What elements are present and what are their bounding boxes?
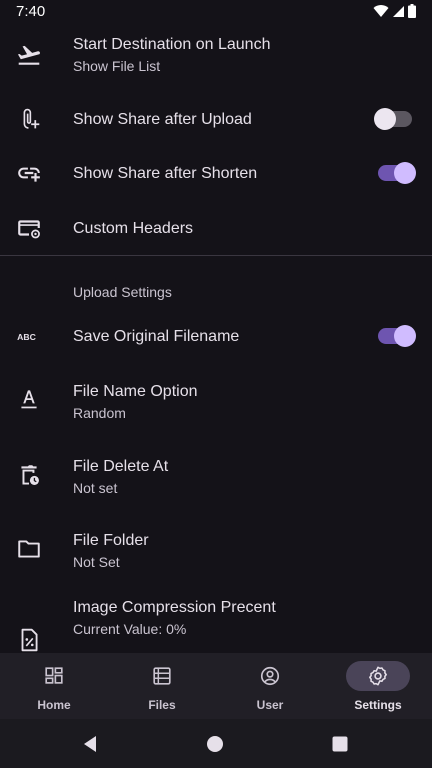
file-percent-icon — [16, 627, 42, 653]
setting-file-delete-at[interactable]: File Delete At Not set — [0, 444, 432, 504]
setting-title: Save Original Filename — [73, 328, 240, 345]
list-icon — [151, 665, 173, 687]
recents-square-icon[interactable] — [329, 733, 351, 755]
setting-subtitle: Not set — [73, 480, 118, 496]
section-header-upload: Upload Settings — [73, 284, 172, 300]
setting-title: Image Compression Precent — [73, 599, 276, 616]
status-icons — [373, 4, 416, 18]
abc-icon: ABC — [16, 323, 42, 349]
text-format-icon — [16, 386, 42, 412]
signal-icon — [393, 5, 404, 17]
system-nav-bar — [0, 719, 432, 768]
nav-item-files[interactable]: Files — [108, 653, 216, 719]
setting-title: File Name Option — [73, 383, 198, 400]
switch-thumb — [374, 108, 396, 130]
nav-label: User — [256, 698, 284, 712]
delete-clock-icon — [16, 462, 42, 488]
share-after-upload-switch[interactable] — [374, 108, 412, 130]
setting-subtitle: Current Value: 0% — [73, 621, 187, 637]
setting-custom-headers[interactable]: Custom Headers — [0, 205, 432, 251]
setting-title: Show Share after Upload — [73, 111, 252, 128]
card-settings-icon — [16, 215, 42, 241]
setting-start-destination[interactable]: Start Destination on Launch Show File Li… — [0, 30, 432, 90]
setting-share-after-shorten[interactable]: Show Share after Shorten — [0, 150, 432, 196]
home-circle-icon[interactable] — [204, 733, 226, 755]
section-divider — [0, 255, 432, 256]
setting-title: Custom Headers — [73, 220, 194, 237]
back-icon[interactable] — [80, 733, 102, 755]
setting-title: Show Share after Shorten — [73, 165, 258, 182]
status-time: 7:40 — [16, 3, 46, 20]
svg-text:ABC: ABC — [17, 332, 37, 342]
gear-icon — [367, 665, 389, 687]
wifi-icon — [373, 5, 389, 18]
folder-icon — [16, 536, 42, 562]
dashboard-icon — [43, 665, 65, 687]
app-screen: 7:40 Start Destination on Launch Show Fi… — [0, 0, 432, 768]
setting-file-name-option[interactable]: File Name Option Random — [0, 370, 432, 430]
setting-file-folder[interactable]: File Folder Not Set — [0, 518, 432, 578]
bottom-navigation: Home Files User Settings — [0, 653, 432, 719]
link-add-icon — [16, 160, 42, 186]
setting-subtitle: Show File List — [73, 58, 161, 74]
setting-title: File Folder — [73, 532, 149, 549]
setting-save-original-filename[interactable]: ABC Save Original Filename — [0, 313, 432, 359]
nav-item-home[interactable]: Home — [0, 653, 108, 719]
status-bar: 7:40 — [0, 0, 432, 24]
attach-add-icon — [16, 106, 42, 132]
setting-title: File Delete At — [73, 458, 169, 475]
nav-label: Settings — [354, 698, 402, 712]
setting-subtitle: Random — [73, 405, 126, 421]
nav-label: Home — [37, 698, 71, 712]
setting-share-after-upload[interactable]: Show Share after Upload — [0, 96, 432, 142]
save-original-filename-switch[interactable] — [378, 325, 416, 347]
switch-thumb — [394, 325, 416, 347]
battery-icon — [408, 4, 416, 18]
flight-takeoff-icon — [16, 42, 42, 68]
account-icon — [259, 665, 281, 687]
nav-item-user[interactable]: User — [216, 653, 324, 719]
setting-image-compression[interactable]: Image Compression Precent Current Value:… — [0, 585, 432, 653]
setting-title: Start Destination on Launch — [73, 36, 271, 53]
nav-item-settings[interactable]: Settings — [324, 653, 432, 719]
setting-subtitle: Not Set — [73, 554, 120, 570]
switch-thumb — [394, 162, 416, 184]
share-after-shorten-switch[interactable] — [378, 162, 416, 184]
nav-label: Files — [148, 698, 176, 712]
